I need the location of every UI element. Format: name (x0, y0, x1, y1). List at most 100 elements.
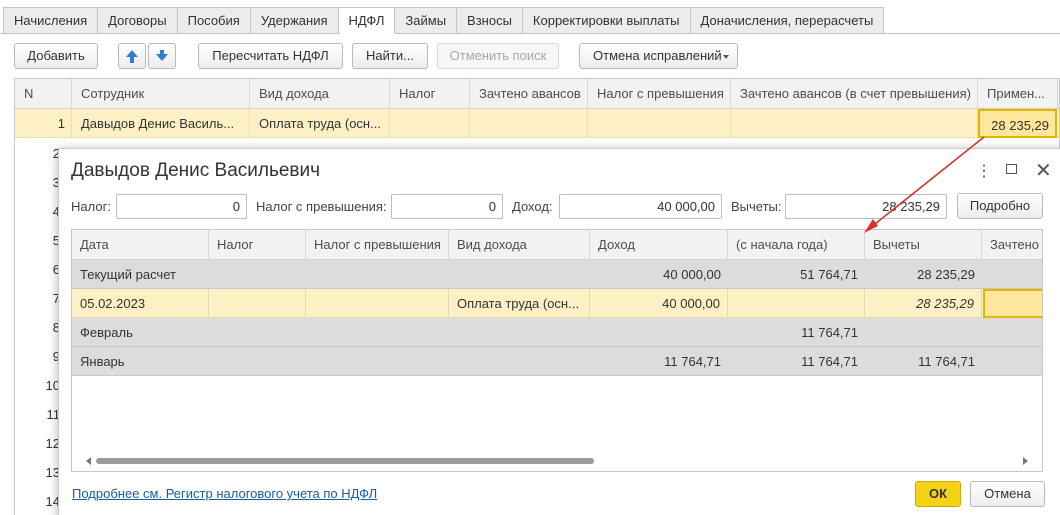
find-button[interactable]: Найти... (352, 43, 428, 69)
advances-excess-cell[interactable] (731, 109, 978, 138)
cancel-button[interactable]: Отмена (970, 481, 1045, 507)
table-row[interactable]: 05.02.2023 Оплата труда (осн... 40 000,0… (72, 289, 1042, 318)
tax-cell[interactable] (390, 109, 470, 138)
employee-cell[interactable]: Давыдов Денис Василь... (72, 109, 250, 138)
income-field[interactable]: 40 000,00 (559, 194, 722, 219)
col-income-type[interactable]: Вид дохода (449, 230, 590, 260)
date-cell: Январь (80, 354, 125, 369)
col-applied[interactable]: Примен... (978, 79, 1058, 109)
row-number: 2 (52, 146, 60, 161)
applied-cell[interactable]: 28 235,29 (978, 109, 1057, 138)
ytd-cell: 11 764,71 (801, 354, 858, 369)
table-header: N Сотрудник Вид дохода Налог Зачтено ава… (15, 79, 1059, 109)
deductions-cell: 28 235,29 (917, 267, 975, 282)
col-date[interactable]: Дата (72, 230, 209, 260)
horizontal-scrollbar[interactable] (86, 457, 1028, 465)
tab-accruals[interactable]: Начисления (3, 7, 99, 34)
row-number: 9 (52, 349, 60, 364)
tax-register-link[interactable]: Подробнее см. Регистр налогового учета п… (72, 486, 377, 501)
deductions-field[interactable]: 28 235,29 (785, 194, 947, 219)
table-row[interactable]: Январь 11 764,71 11 764,71 11 764,71 (72, 347, 1042, 376)
recalc-ndfl-button[interactable]: Пересчитать НДФЛ (198, 43, 343, 69)
row-number: 14 (45, 494, 60, 509)
deductions-cell[interactable]: 28 235,29 (865, 289, 982, 318)
income-type-cell[interactable]: Оплата труда (осн... (250, 109, 390, 138)
tab-bar: Начисления Договоры Пособия Удержания НД… (3, 7, 885, 34)
col-excess-tax[interactable]: Налог с превышения (306, 230, 449, 260)
row-number: 8 (52, 320, 60, 335)
cancel-corrections-label: Отмена исправлений (593, 48, 722, 63)
tax-cell[interactable] (209, 289, 306, 318)
col-income[interactable]: Доход (590, 230, 728, 260)
arrow-up-icon (126, 50, 138, 57)
col-tax[interactable]: Налог (390, 79, 470, 109)
col-n[interactable]: N (15, 79, 72, 109)
tab-recalculations[interactable]: Доначисления, перерасчеты (690, 7, 885, 34)
income-label: Доход: (512, 199, 553, 214)
dropdown-caret-icon (723, 55, 729, 59)
row-number: 6 (52, 262, 60, 277)
arrow-down-icon (156, 54, 168, 61)
ndfl-details-dialog: Давыдов Денис Васильевич ⋮ ✕ Налог: 0 На… (58, 148, 1060, 515)
credited-cell[interactable] (983, 289, 1042, 318)
row-number: 3 (52, 175, 60, 190)
row-number: 7 (52, 291, 60, 306)
excess-tax-field[interactable]: 0 (391, 194, 503, 219)
tab-ndfl[interactable]: НДФЛ (338, 7, 396, 34)
date-cell[interactable]: 05.02.2023 (72, 289, 209, 318)
row-number: 13 (45, 465, 60, 480)
excess-tax-cell[interactable] (306, 289, 449, 318)
date-cell: Текущий расчет (80, 267, 176, 282)
income-cell: 11 764,71 (664, 354, 721, 369)
move-down-button[interactable] (148, 43, 176, 69)
tax-label: Налог: (71, 199, 111, 214)
income-type-cell[interactable]: Оплата труда (осн... (449, 289, 590, 318)
details-button[interactable]: Подробно (957, 193, 1043, 219)
table-row[interactable]: Текущий расчет 40 000,00 51 764,71 28 23… (72, 260, 1042, 289)
col-credited[interactable]: Зачтено (982, 230, 1042, 260)
ok-button[interactable]: ОК (915, 481, 961, 507)
tab-benefits[interactable]: Пособия (177, 7, 251, 34)
row-number: 11 (46, 407, 61, 422)
add-button[interactable]: Добавить (14, 43, 98, 69)
scroll-left-icon[interactable] (86, 457, 91, 465)
row-number: 10 (45, 378, 60, 393)
advances-cell[interactable] (470, 109, 588, 138)
date-cell: Февраль (80, 325, 133, 340)
move-up-button[interactable] (118, 43, 146, 69)
tab-contracts[interactable]: Договоры (98, 7, 178, 34)
dialog-title: Давыдов Денис Васильевич (71, 160, 321, 181)
income-cell[interactable]: 40 000,00 (590, 289, 728, 318)
table-row[interactable]: 1 Давыдов Денис Василь... Оплата труда (… (15, 109, 1059, 138)
scrollbar-thumb[interactable] (96, 458, 594, 464)
tab-deductions[interactable]: Удержания (250, 7, 339, 34)
col-ytd[interactable]: (с начала года) (728, 230, 865, 260)
cancel-corrections-button[interactable]: Отмена исправлений (579, 43, 738, 69)
col-advances[interactable]: Зачтено авансов (470, 79, 588, 109)
excess-tax-label: Налог с превышения: (256, 199, 387, 214)
row-number: 5 (52, 233, 60, 248)
close-icon[interactable]: ✕ (1035, 158, 1052, 183)
tax-field[interactable]: 0 (116, 194, 247, 219)
col-excess-tax[interactable]: Налог с превышения (588, 79, 731, 109)
col-employee[interactable]: Сотрудник (72, 79, 250, 109)
deductions-label: Вычеты: (731, 199, 782, 214)
tab-payment-corrections[interactable]: Корректировки выплаты (522, 7, 691, 34)
tab-contributions[interactable]: Взносы (457, 7, 523, 34)
col-advances-excess[interactable]: Зачтено авансов (в счет превышения) (731, 79, 978, 109)
ytd-cell[interactable] (728, 289, 865, 318)
tab-loans[interactable]: Займы (395, 7, 458, 34)
row-number: 4 (52, 204, 60, 219)
ytd-cell: 11 764,71 (801, 325, 858, 340)
cancel-search-button[interactable]: Отменить поиск (437, 43, 559, 69)
scroll-right-icon[interactable] (1023, 457, 1028, 465)
col-income-type[interactable]: Вид дохода (250, 79, 390, 109)
table-row[interactable]: Февраль 11 764,71 (72, 318, 1042, 347)
more-icon[interactable]: ⋮ (976, 161, 992, 181)
row-number: 1 (15, 109, 72, 138)
col-tax[interactable]: Налог (209, 230, 306, 260)
col-deductions[interactable]: Вычеты (865, 230, 982, 260)
row-number: 12 (45, 436, 60, 451)
maximize-icon[interactable] (1006, 164, 1017, 174)
excess-tax-cell[interactable] (588, 109, 731, 138)
